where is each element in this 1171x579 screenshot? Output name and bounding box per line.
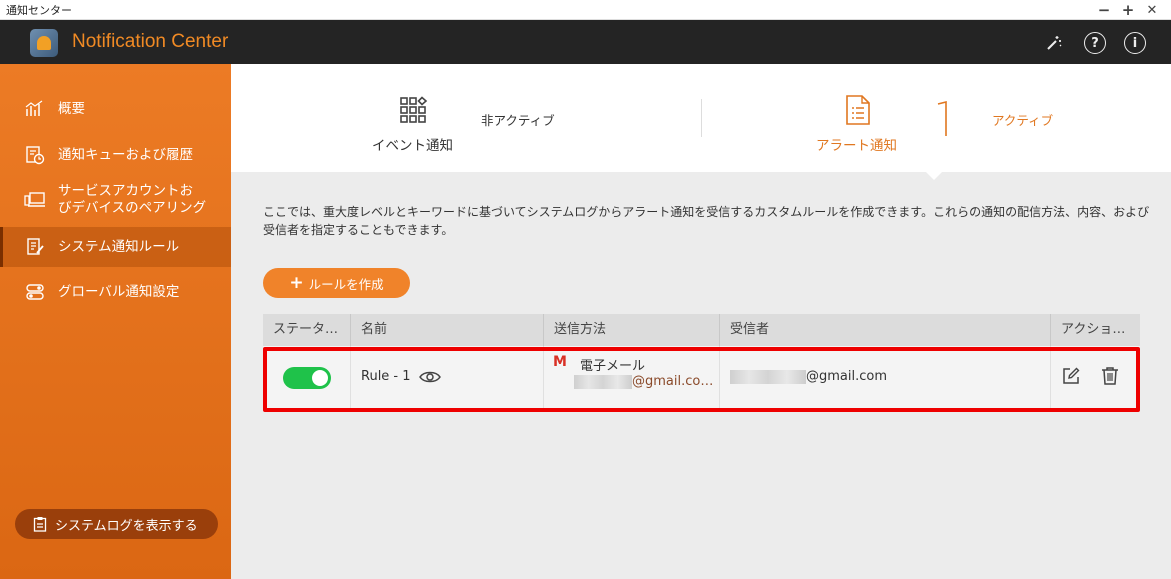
edit-icon[interactable]: [1061, 366, 1081, 386]
eye-icon[interactable]: [419, 369, 441, 385]
plus-icon: +: [289, 273, 304, 293]
window-titlebar: 通知センター − + ✕: [0, 0, 1171, 20]
create-rule-button[interactable]: + ルールを作成: [263, 268, 410, 298]
sidebar-item-global-settings[interactable]: グローバル通知設定: [0, 275, 231, 309]
app-title: Notification Center: [72, 31, 229, 52]
sidebar-item-label: 通知キューおよび履歴: [58, 146, 193, 163]
sidebar-item-history[interactable]: 通知キューおよび履歴: [0, 138, 231, 172]
tab-alert-status: アクティブ: [992, 113, 1054, 128]
history-icon: [24, 144, 46, 166]
sidebar-item-label: サービスアカウントお びデバイスのペアリング: [58, 183, 207, 216]
page-description: ここでは、重大度レベルとキーワードに基づいてシステムログからアラート通知を受信す…: [263, 205, 1150, 237]
column-header-name[interactable]: 名前: [350, 314, 543, 346]
tab-event-status: 非アクティブ: [481, 113, 555, 128]
help-icon[interactable]: ?: [1084, 32, 1106, 54]
active-indicator-icon: [937, 101, 947, 136]
method-email: @gmail.co…: [574, 374, 713, 389]
method-cell: M 電子メール @gmail.co…: [543, 346, 719, 409]
rules-table: ステータ… 名前 送信方法 受信者 アクショ… Rule - 1 M 電子メール…: [263, 314, 1140, 409]
tab-divider: [701, 99, 702, 137]
tab-alert-label: アラート通知: [816, 138, 897, 154]
trash-icon[interactable]: [1101, 366, 1119, 386]
column-header-actions[interactable]: アクショ…: [1050, 314, 1140, 346]
table-row: Rule - 1 M 電子メール @gmail.co… @gmail.com: [263, 346, 1140, 409]
sidebar-item-label: グローバル通知設定: [58, 283, 180, 300]
sidebar-item-pairing[interactable]: サービスアカウントお びデバイスのペアリング: [0, 178, 231, 222]
notification-type-tabs: イベント通知 非アクティブ アラート通知 アクティブ: [231, 64, 1171, 180]
magic-wand-icon[interactable]: [1043, 32, 1065, 54]
recipient-cell: @gmail.com: [719, 346, 1050, 409]
rule-name: Rule - 1: [361, 369, 411, 384]
column-header-status[interactable]: ステータ…: [263, 314, 350, 346]
grid-icon: [400, 96, 428, 123]
name-cell: Rule - 1: [350, 346, 543, 409]
selected-tab-caret: [925, 171, 943, 180]
method-label: 電子メール: [580, 359, 646, 374]
device-pairing-icon: [24, 189, 46, 211]
column-header-recipient[interactable]: 受信者: [719, 314, 1050, 346]
document-list-icon: [846, 95, 870, 125]
sidebar-item-label: 概要: [58, 100, 85, 117]
minimize-button[interactable]: −: [1093, 0, 1115, 20]
tab-event-label: イベント通知: [372, 138, 453, 154]
rules-icon: [24, 236, 46, 258]
sidebar: 概要 通知キューおよび履歴 サービスアカウントお びデバイスのペアリング システ…: [0, 64, 231, 579]
clipboard-icon: [33, 517, 47, 532]
chart-icon: [24, 98, 46, 120]
recipient-email: @gmail.com: [730, 369, 887, 384]
column-header-method[interactable]: 送信方法: [543, 314, 719, 346]
app-header: Notification Center ? i: [0, 20, 1171, 64]
sidebar-item-overview[interactable]: 概要: [0, 92, 231, 126]
sidebar-item-label: システム通知ルール: [58, 238, 180, 255]
window-title: 通知センター: [6, 4, 72, 17]
gmail-icon: M: [553, 354, 567, 370]
actions-cell: [1050, 346, 1140, 409]
status-cell: [263, 346, 350, 409]
table-header: ステータ… 名前 送信方法 受信者 アクショ…: [263, 314, 1140, 346]
rule-enabled-toggle[interactable]: [283, 367, 331, 389]
sidebar-item-system-rules[interactable]: システム通知ルール: [0, 227, 231, 267]
close-button[interactable]: ✕: [1141, 0, 1163, 20]
info-icon[interactable]: i: [1124, 32, 1146, 54]
maximize-button[interactable]: +: [1117, 0, 1139, 20]
app-logo-icon: [30, 29, 58, 57]
view-system-log-button[interactable]: システムログを表示する: [15, 509, 218, 539]
toggles-icon: [24, 281, 46, 303]
redacted-text: [730, 369, 806, 384]
redacted-text: [574, 374, 632, 389]
